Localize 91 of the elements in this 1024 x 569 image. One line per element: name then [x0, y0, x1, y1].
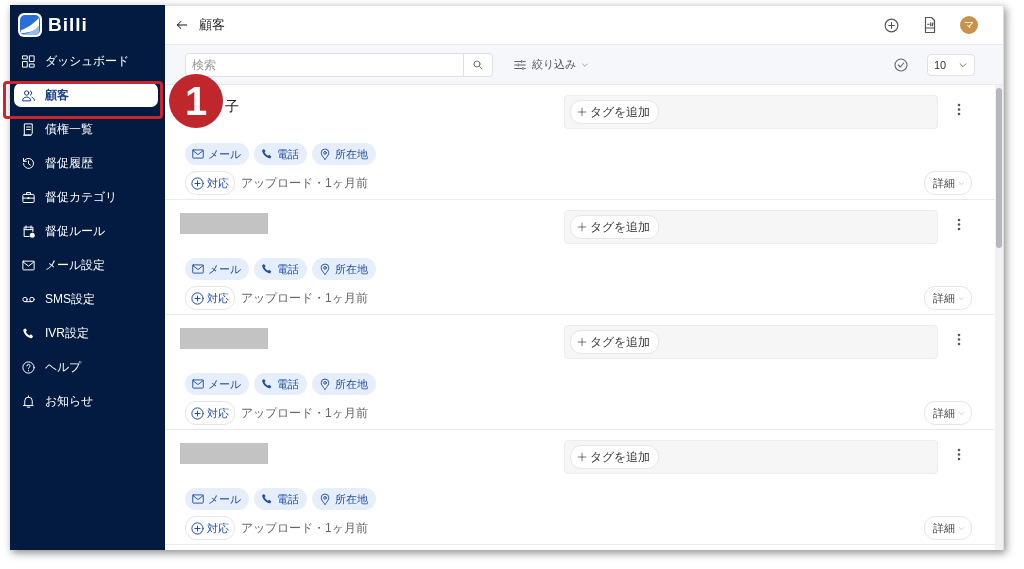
plus-icon [577, 337, 587, 347]
sidebar-item[interactable]: SMS設定 [14, 287, 158, 311]
details-button[interactable]: 詳細 [924, 286, 972, 310]
contact-chip[interactable]: 電話 [254, 143, 307, 165]
scrollbar[interactable] [995, 85, 1003, 550]
upload-time: アップロード・1ヶ月前 [241, 289, 369, 307]
mail-icon [191, 492, 205, 506]
upload-time: アップロード・1ヶ月前 [241, 404, 369, 422]
page-title: 顧客 [199, 16, 226, 34]
add-icon[interactable] [883, 16, 900, 34]
chevron-down-icon [958, 294, 965, 302]
add-icon [190, 290, 205, 306]
more-options-icon[interactable] [957, 448, 961, 461]
sidebar-item[interactable]: ダッシュボード [14, 49, 158, 73]
contact-chip[interactable]: メール [185, 373, 249, 395]
response-button[interactable]: 対応 [185, 516, 235, 540]
dashboard-icon [21, 53, 36, 69]
phone-icon [260, 262, 274, 276]
sidebar-item[interactable]: 顧客 [14, 83, 158, 107]
sidebar-item[interactable]: お知らせ [14, 389, 158, 413]
sliders-icon [513, 57, 527, 72]
chevron-down-icon [958, 524, 965, 532]
sidebar-item[interactable]: IVR設定 [14, 321, 158, 345]
contact-chip[interactable]: メール [185, 143, 249, 165]
phone-icon [260, 147, 274, 161]
contact-chip[interactable]: メール [185, 488, 249, 510]
mail-icon [191, 262, 205, 276]
more-options-icon[interactable] [957, 218, 961, 231]
contact-chip[interactable]: 所在地 [312, 258, 376, 280]
response-button[interactable]: 対応 [185, 171, 235, 195]
contact-chip[interactable]: 電話 [254, 373, 307, 395]
details-button[interactable]: 詳細 [924, 171, 972, 195]
brand-name: Billi [48, 14, 88, 36]
calendar-clock-icon [21, 223, 36, 239]
contact-chip[interactable]: 電話 [254, 258, 307, 280]
mail-icon [191, 147, 205, 161]
response-button[interactable]: 対応 [185, 401, 235, 425]
mail-icon [21, 257, 36, 273]
add-tag-button[interactable]: タグを追加 [570, 215, 659, 239]
back-arrow-icon[interactable] [175, 18, 189, 32]
filter-button[interactable]: 絞り込み [513, 57, 589, 72]
add-tag-button[interactable]: タグを追加 [570, 445, 659, 469]
logo-icon [18, 13, 42, 37]
contact-chip[interactable]: 所在地 [312, 373, 376, 395]
add-tag-button[interactable]: タグを追加 [570, 100, 659, 124]
sidebar-item[interactable]: ヘルプ [14, 355, 158, 379]
sidebar-item[interactable]: メール設定 [14, 253, 158, 277]
search-field[interactable]: 検索 [186, 54, 463, 75]
upload-time: アップロード・1ヶ月前 [241, 174, 369, 192]
contact-chip[interactable]: メール [185, 258, 249, 280]
details-button[interactable]: 詳細 [924, 401, 972, 425]
mail-icon [191, 377, 205, 391]
bell-icon [21, 393, 36, 409]
sidebar-item[interactable]: 督促カテゴリ [14, 185, 158, 209]
location-pin-icon [318, 262, 332, 276]
briefcase-icon [21, 189, 36, 205]
upload-time: アップロード・1ヶ月前 [241, 519, 369, 537]
plus-icon [577, 107, 587, 117]
plus-icon [577, 452, 587, 462]
add-icon [190, 520, 205, 536]
per-page-select[interactable]: 10 [927, 53, 975, 76]
contact-chip[interactable]: 電話 [254, 488, 307, 510]
help-icon [21, 359, 36, 375]
phone-icon [260, 492, 274, 506]
chevron-down-icon [958, 179, 965, 187]
search-box[interactable]: 検索 [185, 52, 493, 77]
plus-icon [577, 222, 587, 232]
contact-chip[interactable]: 所在地 [312, 488, 376, 510]
more-options-icon[interactable] [957, 333, 961, 346]
response-button[interactable]: 対応 [185, 286, 235, 310]
sidebar-item[interactable]: 債権一覧 [14, 117, 158, 141]
contact-chip[interactable]: 所在地 [312, 143, 376, 165]
location-pin-icon [318, 492, 332, 506]
chevron-down-icon [958, 409, 965, 417]
location-pin-icon [318, 377, 332, 391]
customer-name: 子 [225, 98, 239, 116]
sidebar-item[interactable]: 督促ルール [14, 219, 158, 243]
check-circle-icon[interactable] [893, 56, 909, 73]
more-options-icon[interactable] [957, 103, 961, 116]
details-button[interactable]: 詳細 [924, 516, 972, 540]
add-tag-button[interactable]: タグを追加 [570, 330, 659, 354]
location-pin-icon [318, 147, 332, 161]
document-icon [21, 121, 36, 137]
chevron-down-icon [581, 60, 589, 69]
sidebar-item[interactable]: 督促履歴 [14, 151, 158, 175]
add-icon [190, 175, 205, 191]
add-icon [190, 405, 205, 421]
history-icon [21, 155, 36, 171]
search-icon [472, 58, 484, 71]
phone-icon [260, 377, 274, 391]
people-icon [21, 87, 36, 103]
